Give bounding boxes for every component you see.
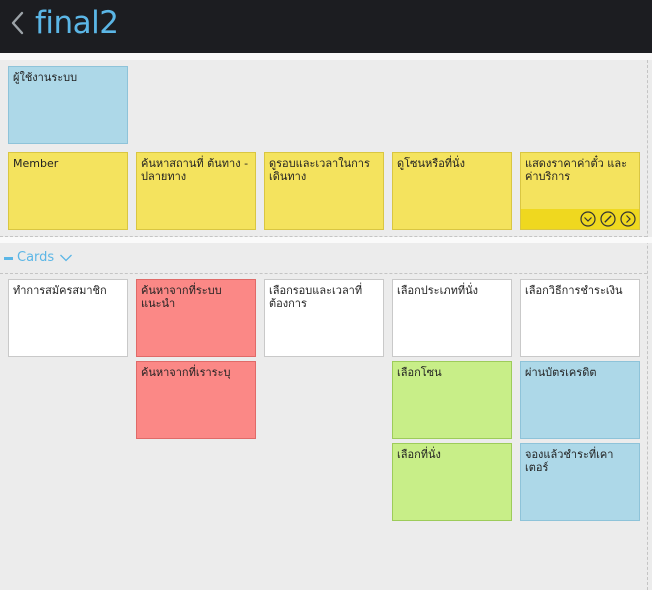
story-card[interactable]: เลือกวิธีการชำระเงิน: [520, 279, 640, 357]
activity-card-selected[interactable]: แสดงราคาค่าตั๋ว และ ค่าบริการ: [520, 152, 640, 230]
story-card-text: เลือกที่นั่ง: [397, 448, 441, 461]
activity-card-text: ดูรอบและเวลาในการเดินทาง: [269, 157, 370, 183]
activity-card[interactable]: ดูรอบและเวลาในการเดินทาง: [264, 152, 384, 230]
story-card[interactable]: จองแล้วชำระที่เคาเตอร์: [520, 443, 640, 521]
right-divider: [647, 60, 648, 590]
role-card[interactable]: ผู้ใช้งานระบบ: [8, 66, 128, 144]
activity-card[interactable]: ค้นหาสถานที่ ต้นทาง - ปลายทาง: [136, 152, 256, 230]
top-bar: final2: [0, 0, 652, 53]
edit-circle-icon[interactable]: [600, 211, 616, 227]
down-circle-icon[interactable]: [580, 211, 596, 227]
board-title: final2: [35, 5, 119, 41]
activity-card[interactable]: ดูโซนหรือที่นั่ง: [392, 152, 512, 230]
story-card-text: จองแล้วชำระที่เคาเตอร์: [525, 448, 614, 474]
story-card[interactable]: ค้นหาจากที่ระบบแนะนำ: [136, 279, 256, 357]
lane-divider-cards: [0, 273, 647, 274]
story-card-text: ทำการสมัครสมาชิก: [13, 284, 107, 297]
story-card[interactable]: ทำการสมัครสมาชิก: [8, 279, 128, 357]
story-card-text: ค้นหาจากที่เราระบุ: [141, 366, 231, 379]
activity-card-text: ดูโซนหรือที่นั่ง: [397, 157, 465, 170]
lane-label-cards[interactable]: Cards: [17, 250, 54, 265]
story-card-text: ค้นหาจากที่ระบบแนะนำ: [141, 284, 222, 310]
activity-card-text: Member: [13, 157, 59, 170]
story-card[interactable]: ค้นหาจากที่เราระบุ: [136, 361, 256, 439]
lane-collapse-marker: [4, 257, 13, 260]
story-card-text: เลือกโซน: [397, 366, 442, 379]
story-card-text: เลือกประเภทที่นั่ง: [397, 284, 478, 297]
story-card-text: เลือกรอบและเวลาที่ต้องการ: [269, 284, 363, 310]
lane-separator: [0, 237, 652, 243]
card-toolbar: [521, 209, 639, 229]
activity-card[interactable]: Member: [8, 152, 128, 230]
expand-chevron-icon[interactable]: [59, 253, 73, 263]
activity-card-text: แสดงราคาค่าตั๋ว และ ค่าบริการ: [525, 157, 628, 183]
story-card[interactable]: เลือกประเภทที่นั่ง: [392, 279, 512, 357]
board-top-strip: [0, 53, 652, 60]
story-card[interactable]: เลือกรอบและเวลาที่ต้องการ: [264, 279, 384, 357]
role-card-text: ผู้ใช้งานระบบ: [13, 71, 78, 84]
story-card-text: เลือกวิธีการชำระเงิน: [525, 284, 623, 297]
story-card[interactable]: ผ่านบัตรเครดิต: [520, 361, 640, 439]
next-circle-icon[interactable]: [620, 211, 636, 227]
story-card-text: ผ่านบัตรเครดิต: [525, 366, 597, 379]
activity-card-text: ค้นหาสถานที่ ต้นทาง - ปลายทาง: [141, 157, 249, 183]
story-card[interactable]: เลือกที่นั่ง: [392, 443, 512, 521]
story-card[interactable]: เลือกโซน: [392, 361, 512, 439]
back-chevron-icon[interactable]: [10, 10, 26, 36]
